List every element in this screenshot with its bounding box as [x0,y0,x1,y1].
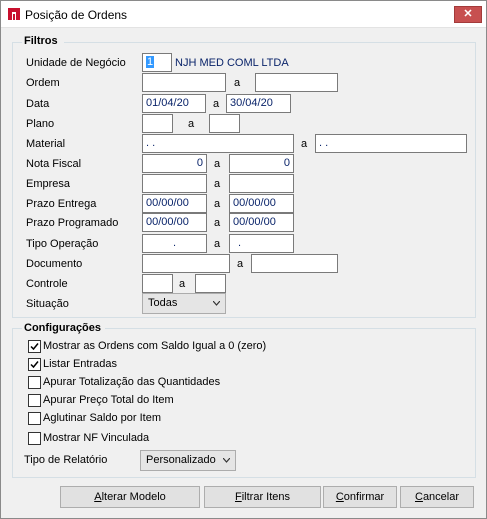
material-sep: a [301,138,308,150]
data-sep: a [213,98,220,110]
prazo-programado-to-input[interactable]: 00/00/00 [229,213,294,232]
material-label: Material [26,138,66,150]
unidade-value: 1 [146,56,155,68]
prazo-programado-label: Prazo Programado [26,217,119,229]
unidade-label: Unidade de Negócio [26,57,126,69]
situacao-value: Todas [148,297,178,309]
ordem-to-input[interactable] [255,73,338,92]
nota-fiscal-label: Nota Fiscal [26,158,82,170]
material-from-input[interactable]: . . [142,134,294,153]
option-label: Mostrar NF Vinculada [43,432,150,444]
window-title: Posição de Ordens [25,8,128,22]
situacao-label: Situação [26,298,69,310]
controle-to-input[interactable] [195,274,226,293]
confirmar-button[interactable]: Confirmar [323,486,397,508]
plano-label: Plano [26,118,55,130]
alterar-modelo-label: lterar Modelo [101,491,166,503]
cancelar-label: ancelar [422,491,460,503]
documento-sep: a [237,258,244,270]
empresa-to-input[interactable] [229,174,294,193]
filtrar-itens-label: iltrar Itens [241,491,291,503]
checkbox[interactable] [28,340,41,353]
title-bar[interactable]: Posição de Ordens ✕ [1,1,486,28]
tipo-relatorio-label: Tipo de Relatório [24,454,108,466]
controle-sep: a [179,278,186,290]
cancelar-mnemonic: C [414,491,423,503]
app-logo-icon [7,7,21,21]
tipo-relatorio-value: Personalizado [146,454,216,466]
checkbox[interactable] [28,432,41,445]
plano-sep: a [188,118,195,130]
prazo-entrega-sep: a [214,198,221,210]
controle-from-input[interactable] [142,274,173,293]
controle-label: Controle [26,278,68,290]
checkbox[interactable] [28,394,41,407]
checkbox[interactable] [28,412,41,425]
prazo-entrega-to-input[interactable]: 00/00/00 [229,194,294,213]
situacao-select[interactable]: Todas [142,293,226,314]
posicao-ordens-dialog: Posição de Ordens ✕ Filtros Unidade de N… [0,0,487,519]
documento-to-input[interactable] [251,254,338,273]
nota-fiscal-from-input[interactable]: 0 [142,154,207,173]
empresa-label: Empresa [26,178,71,190]
data-label: Data [26,98,50,110]
alterar-modelo-button[interactable]: Alterar Modelo [60,486,200,508]
option-label: Mostrar as Ordens com Saldo Igual a 0 (z… [43,340,267,352]
filtrar-itens-button[interactable]: Filtrar Itens [204,486,321,508]
data-to-input[interactable]: 30/04/20 [226,94,291,113]
filtrar-itens-mnemonic: F [234,491,242,503]
close-icon: ✕ [463,8,473,20]
prazo-entrega-label: Prazo Entrega [26,198,97,210]
ordem-from-input[interactable] [142,73,226,92]
option-label: Listar Entradas [43,358,117,370]
tipo-operacao-to-input[interactable]: . [229,234,294,253]
confirmar-mnemonic: C [335,491,344,503]
ordem-label: Ordem [26,77,60,89]
nota-fiscal-sep: a [214,158,221,170]
checkmark-icon [30,361,39,369]
ordem-sep: a [234,77,241,89]
tipo-relatorio-select[interactable]: Personalizado [140,450,236,471]
documento-from-input[interactable] [142,254,230,273]
nota-fiscal-to-input[interactable]: 0 [229,154,294,173]
tipo-operacao-sep: a [214,238,221,250]
confirmar-label: onfirmar [343,491,385,503]
material-to-input[interactable]: . . [315,134,467,153]
close-button[interactable]: ✕ [454,6,482,23]
option-label: Apurar Preço Total do Item [43,394,174,406]
checkmark-icon [30,343,39,351]
option-label: Aglutinar Saldo por Item [43,412,162,424]
documento-label: Documento [26,258,83,270]
tipo-operacao-from-input[interactable]: . [142,234,207,253]
unidade-input[interactable]: 1 [142,53,172,72]
prazo-programado-from-input[interactable]: 00/00/00 [142,213,207,232]
plano-from-input[interactable] [142,114,173,133]
empresa-sep: a [214,178,221,190]
prazo-entrega-from-input[interactable]: 00/00/00 [142,194,207,213]
prazo-programado-sep: a [214,217,221,229]
tipo-operacao-label: Tipo Operação [26,238,99,250]
data-from-input[interactable]: 01/04/20 [142,94,206,113]
empresa-from-input[interactable] [142,174,207,193]
chevron-down-icon [213,301,220,306]
checkbox[interactable] [28,376,41,389]
plano-to-input[interactable] [209,114,240,133]
checkbox[interactable] [28,358,41,371]
cancelar-button[interactable]: Cancelar [400,486,474,508]
alterar-modelo-mnemonic: A [94,491,102,503]
chevron-down-icon [223,458,230,463]
option-label: Apurar Totalização das Quantidades [43,376,221,388]
unidade-company-name: NJH MED COML LTDA [175,57,289,69]
